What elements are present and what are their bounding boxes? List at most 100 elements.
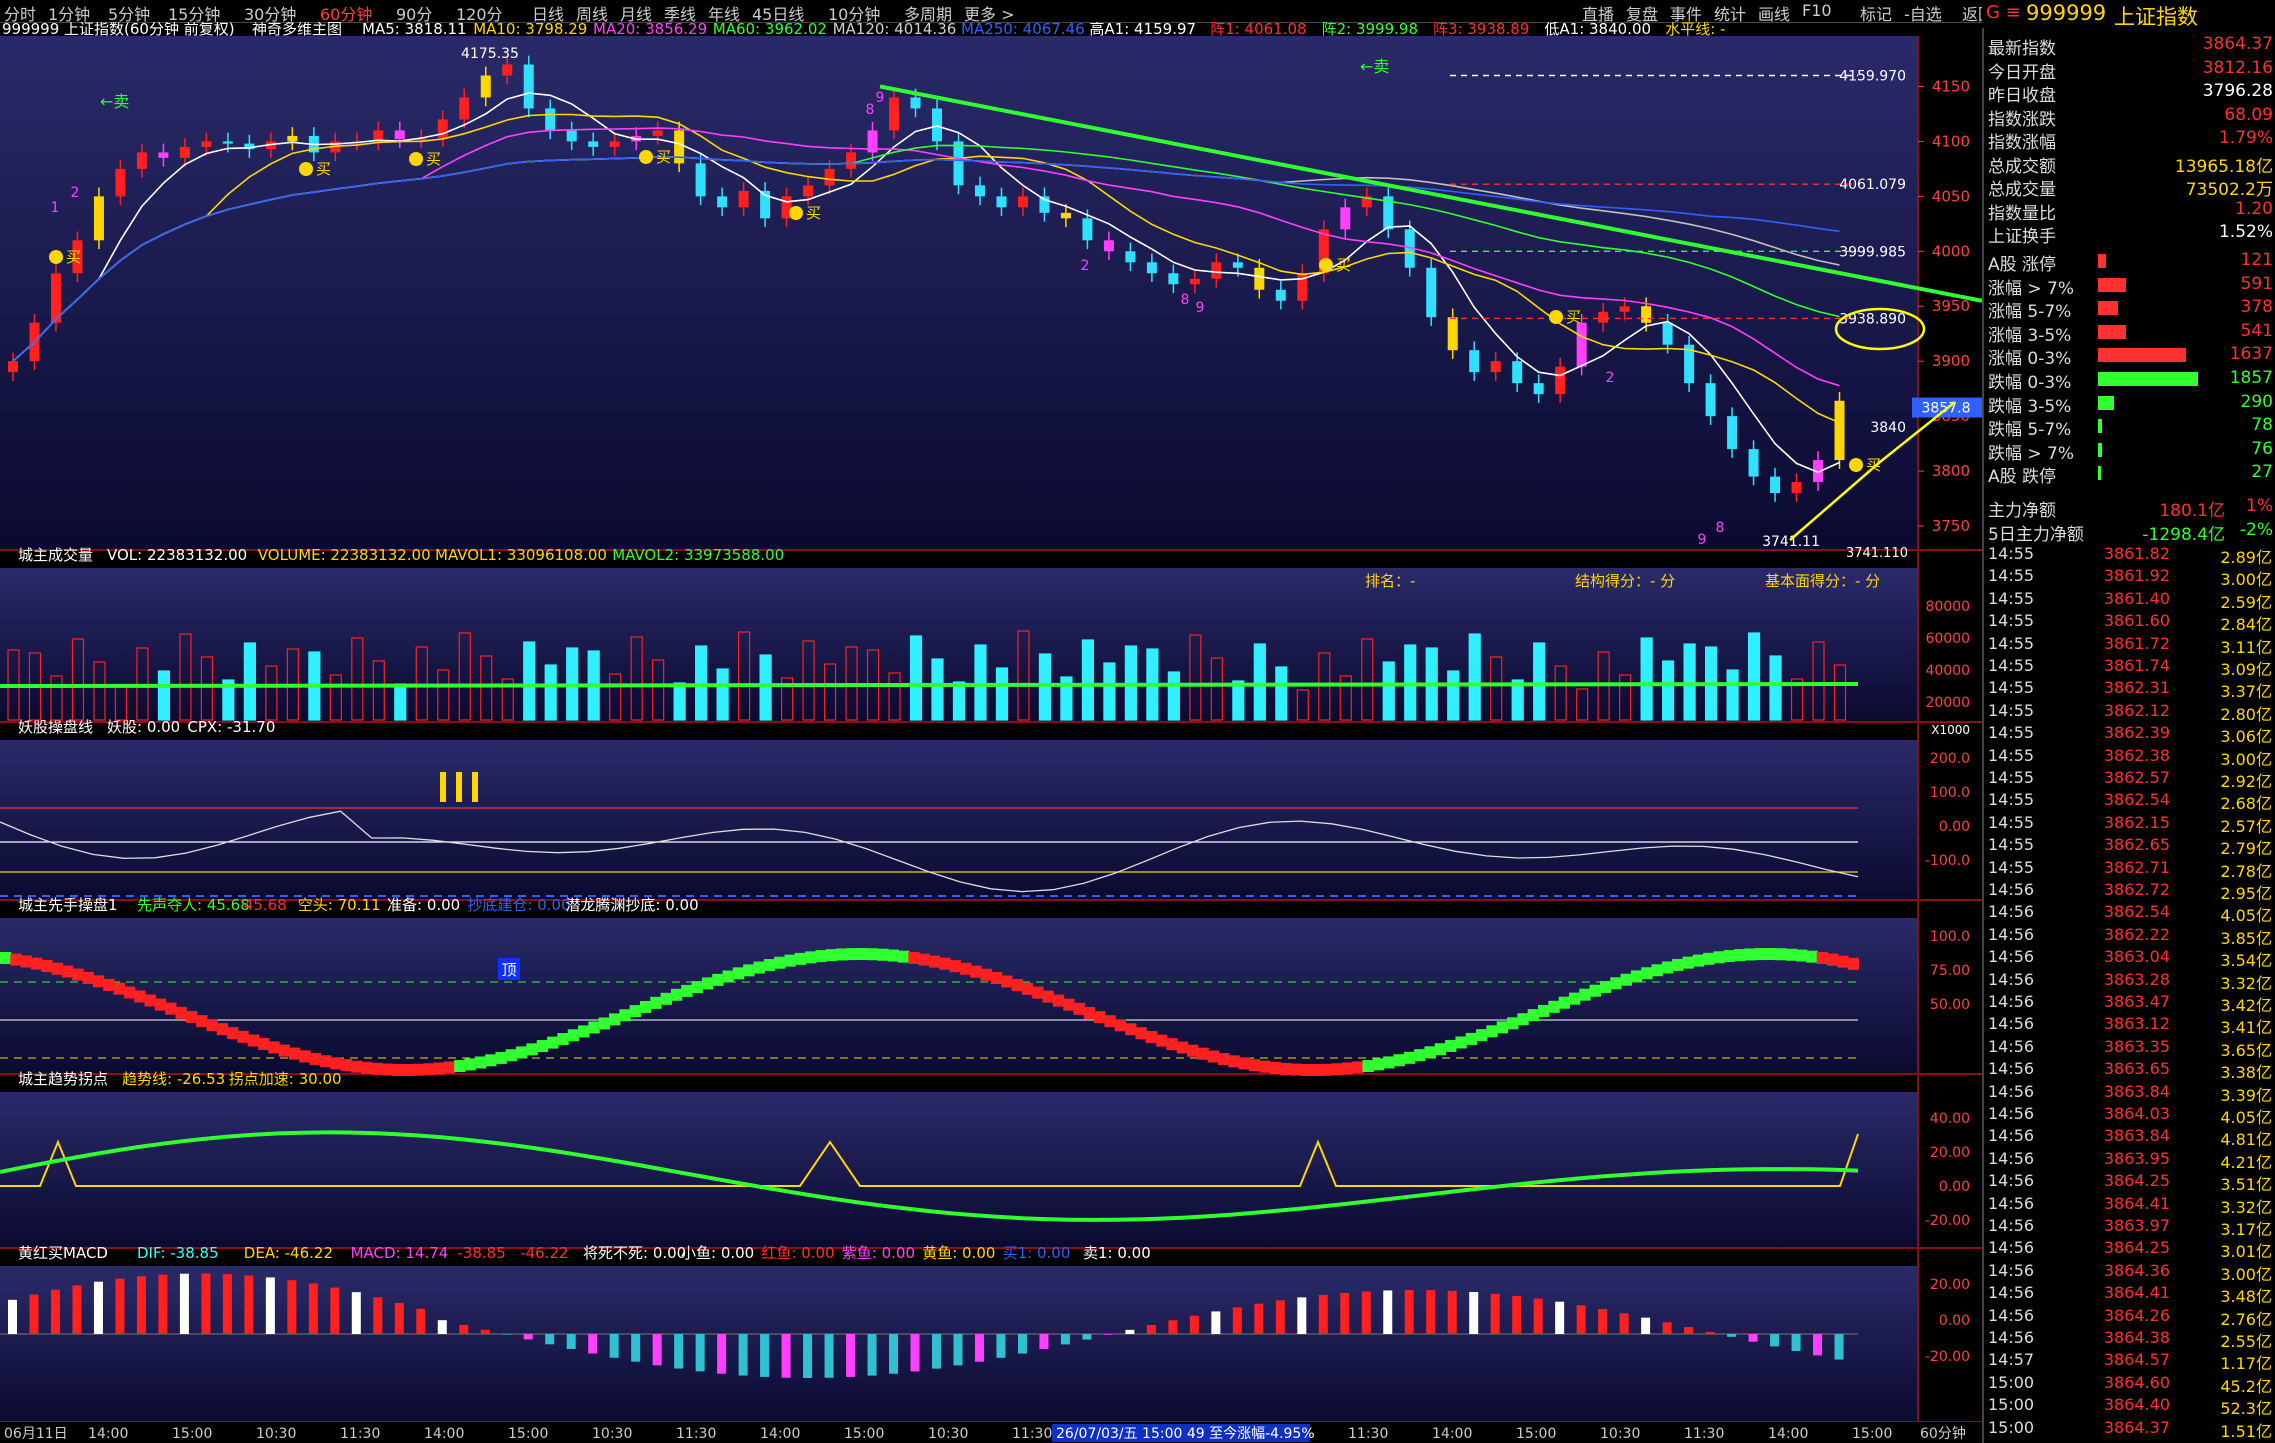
volume-bar <box>1726 669 1739 721</box>
tick-time: 14:55 <box>1988 723 2035 743</box>
tick-price: 3861.60 <box>2103 611 2170 631</box>
tick-row: 15:00 3864.37 1.51亿 <box>1984 1418 2275 1441</box>
time-axis-label: 15:00 <box>844 1426 884 1442</box>
xianshou-ribbon-seg <box>774 956 786 969</box>
macd_panel-value: 红鱼: 0.00 <box>761 1244 834 1262</box>
ma-label: MA250: 4067.46 <box>961 22 1085 38</box>
tick-time: 14:57 <box>1988 1350 2035 1370</box>
toolbar-button[interactable]: F10 <box>1802 1 1832 20</box>
xianshou-ribbon-seg <box>1703 952 1715 965</box>
macd-bar <box>867 1334 877 1376</box>
tick-time: 14:56 <box>1988 1216 2035 1235</box>
tick-price: 3863.47 <box>2103 992 2170 1011</box>
xianshou-ribbon-seg <box>1806 950 1818 963</box>
tick-price: 3862.38 <box>2103 745 2170 765</box>
flow-row-value: -2% <box>2239 520 2273 540</box>
tick-price: 3864.25 <box>2103 1238 2170 1258</box>
buy-signal-bag <box>299 162 313 176</box>
xianshou-ribbon-seg <box>278 1044 291 1057</box>
price-axis-tick: 3800 <box>1932 462 1970 480</box>
xianshou-ribbon-seg <box>1445 1039 1457 1052</box>
tick-amount: 3.48亿 <box>2220 1287 2272 1307</box>
candle-body <box>115 168 126 197</box>
xianshou-ribbon-seg <box>103 978 115 991</box>
xianshou-ribbon-seg <box>361 1061 373 1074</box>
macd-bar <box>1662 1322 1672 1334</box>
macd-bar <box>1705 1331 1715 1334</box>
macd-bar <box>1619 1313 1629 1334</box>
main-panel-bg <box>0 36 1918 550</box>
xianshou-ribbon-seg <box>1197 1047 1209 1060</box>
tick-amount: 2.76亿 <box>2220 1309 2272 1329</box>
cursor-info: 26/07/03/五 15:00 49 至今涨幅-4.95% <box>1056 1426 1315 1442</box>
volume-bar <box>759 654 772 721</box>
tick-row: 14:56 3863.04 3.54亿 <box>1984 947 2275 971</box>
tick-amount: 3.65亿 <box>2220 1040 2272 1060</box>
volume-bar <box>1081 639 1095 721</box>
candle-body <box>609 141 620 147</box>
macd_panel-value: 买1: 0.00 <box>1003 1244 1071 1262</box>
price-axis-tick: 4100 <box>1932 132 1970 150</box>
tick-amount: 3.00亿 <box>2220 570 2272 590</box>
tick-price: 3861.92 <box>2103 566 2170 586</box>
ma-label: MA20: 3856.29 <box>593 22 707 38</box>
xianshou-ribbon-seg <box>908 951 920 964</box>
xianshou-ribbon-seg <box>536 1040 549 1053</box>
xianshou-ribbon-seg <box>1816 952 1829 965</box>
tick-price: 3864.03 <box>2103 1104 2170 1123</box>
xianshou-ribbon-seg <box>1630 970 1643 983</box>
xianshou-ribbon-seg <box>877 948 889 961</box>
quote-stat: 上证换手 1.52% <box>1984 222 2275 247</box>
quote-stat-label: 今日开盘 <box>1988 62 2056 83</box>
xianshou-ribbon-seg <box>61 965 74 978</box>
candle-body <box>910 97 921 109</box>
breadth-row: 涨幅 3-5% 541 <box>1984 321 2275 346</box>
xianshou-ribbon-seg <box>443 1061 456 1074</box>
kline-chart[interactable]: 999999 上证指数(60分钟 前复权) 神奇多维主图 MA5: 3818.11 M… <box>0 22 1982 1443</box>
tick-time: 14:56 <box>1988 1305 2035 1325</box>
xianshou-ribbon-seg <box>743 964 755 977</box>
macd-bar <box>179 1273 189 1334</box>
xianshou-ribbon-seg <box>1496 1021 1509 1034</box>
xianshou-ribbon-seg <box>92 975 105 988</box>
candle-body <box>1512 361 1523 384</box>
trend_panel-value: 趋势线: -26.53 <box>122 1070 225 1088</box>
macd-bar <box>1813 1334 1823 1356</box>
xianshou-ribbon-seg <box>237 1030 249 1043</box>
xianshou-ribbon-seg <box>1610 977 1622 990</box>
volume-bar <box>1640 637 1653 721</box>
macd-bar <box>1125 1329 1135 1334</box>
xianshou-ribbon-seg <box>1094 1011 1106 1024</box>
candle-body <box>974 185 985 197</box>
tick-row: 14:56 3864.41 3.48亿 <box>1984 1283 2275 1307</box>
count-label: 9 <box>1698 532 1707 548</box>
tick-time: 14:56 <box>1988 1059 2035 1079</box>
tick-row: 14:55 3862.57 2.92亿 <box>1984 768 2275 791</box>
xianshou-ribbon-seg <box>1300 1063 1312 1076</box>
candle-body <box>222 141 233 144</box>
breadth-row-value: 1637 <box>2229 344 2273 365</box>
tick-amount: 2.79亿 <box>2220 839 2272 859</box>
macd-bar <box>1103 1334 1113 1335</box>
macd-bar <box>1447 1290 1457 1334</box>
price-axis-tick: 3750 <box>1932 517 1970 535</box>
flow-row-label: 主力净额 <box>1988 501 2056 521</box>
xianshou-ribbon-seg <box>20 955 32 968</box>
tick-price: 3862.65 <box>2103 835 2170 855</box>
xianshou-ribbon-seg <box>1063 998 1075 1011</box>
macd-bar <box>136 1276 146 1334</box>
tick-row: 14:56 3862.22 3.85亿 <box>1984 925 2275 948</box>
xianshou-ribbon-seg <box>381 1063 394 1076</box>
tick-time: 14:55 <box>1988 812 2035 832</box>
xianshou-ribbon-seg <box>1372 1058 1385 1071</box>
breadth-bar <box>2098 277 2126 292</box>
xianshou-ribbon-seg <box>949 960 961 973</box>
tick-amount: 3.54亿 <box>2220 951 2272 971</box>
xianshou-ribbon-seg <box>1052 994 1065 1007</box>
count-label: 2 <box>1606 370 1615 386</box>
buy-marker: 买 <box>1566 308 1581 326</box>
time-axis-label: 14:00 <box>424 1426 464 1442</box>
yao-axis-tick: -100.0 <box>1925 853 1970 869</box>
volume-bar <box>673 682 686 721</box>
candle-body <box>136 152 147 169</box>
